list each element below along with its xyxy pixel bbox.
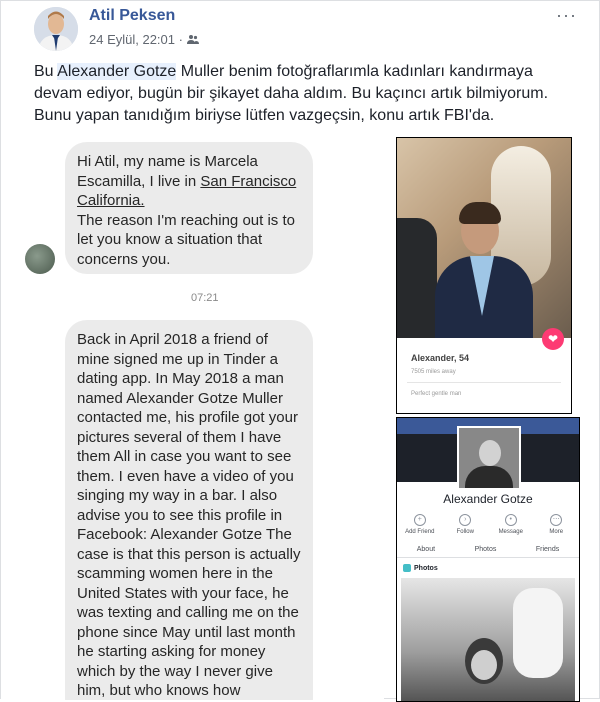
message-text: The reason I'm reaching out is to let yo… [77, 211, 295, 268]
post-date[interactable]: 24 Eylül, 22:01 · [89, 32, 183, 47]
follow-icon: › [459, 514, 472, 526]
profile-distance: 7505 miles away [411, 369, 456, 375]
fb-profile-actions: + Add Friend › Follow • Message ⋯ More [397, 514, 579, 535]
tab-about: About [416, 546, 436, 553]
tagged-name-highlight[interactable]: Alexander Gotze [57, 63, 177, 80]
add-friend-action: + Add Friend [405, 514, 435, 535]
post-media[interactable]: Hi Atil, my name is Marcela Escamilla, I… [1, 134, 600, 702]
post-text-part: Bu [34, 63, 58, 80]
dating-profile-screenshot: ❤ Alexander, 54 7505 miles away Perfect … [396, 137, 572, 414]
like-icon: ❤ [542, 328, 564, 350]
fb-profile-tabs: About Photos Friends [397, 546, 579, 558]
fb-profile-name: Alexander Gotze [443, 492, 533, 506]
profile-picture [457, 426, 521, 490]
message-action: • Message [498, 514, 523, 535]
author-avatar[interactable] [34, 7, 78, 51]
tab-photos: Photos [474, 546, 497, 553]
profile-photo [397, 138, 571, 338]
more-action: ⋯ More [549, 514, 564, 535]
photos-header: Photos [403, 564, 438, 572]
post-text: Bu Alexander Gotze Muller benim fotoğraf… [34, 61, 579, 127]
photos-icon [403, 564, 411, 572]
post-meta: 24 Eylül, 22:01 · [89, 32, 199, 47]
facebook-post-card: Atil Peksen 24 Eylül, 22:01 · ··· Bu Ale… [0, 0, 600, 702]
message-timestamp: 07:21 [191, 292, 219, 304]
chat-screenshot: Hi Atil, my name is Marcela Escamilla, I… [1, 134, 384, 700]
message-text: Back in April 2018 a friend of mine sign… [77, 331, 301, 699]
add-friend-icon: + [413, 514, 426, 526]
message-icon: • [504, 514, 517, 526]
follow-action: › Follow [456, 514, 474, 535]
more-icon: ⋯ [550, 514, 563, 526]
profile-bio: Perfect gentle man [411, 391, 462, 397]
author-name[interactable]: Atil Peksen [89, 7, 175, 25]
sender-avatar [25, 244, 55, 274]
more-dots-icon[interactable]: ··· [556, 5, 577, 26]
message-bubble: Back in April 2018 a friend of mine sign… [65, 320, 313, 700]
message-bubble: Hi Atil, my name is Marcela Escamilla, I… [65, 142, 313, 274]
profile-photo [401, 578, 575, 701]
friends-icon [186, 32, 199, 47]
facebook-profile-screenshot: Alexander Gotze + Add Friend › Follow • Mes… [396, 417, 580, 702]
tab-friends: Friends [535, 546, 560, 553]
profile-name: Alexander, 54 [411, 353, 470, 363]
